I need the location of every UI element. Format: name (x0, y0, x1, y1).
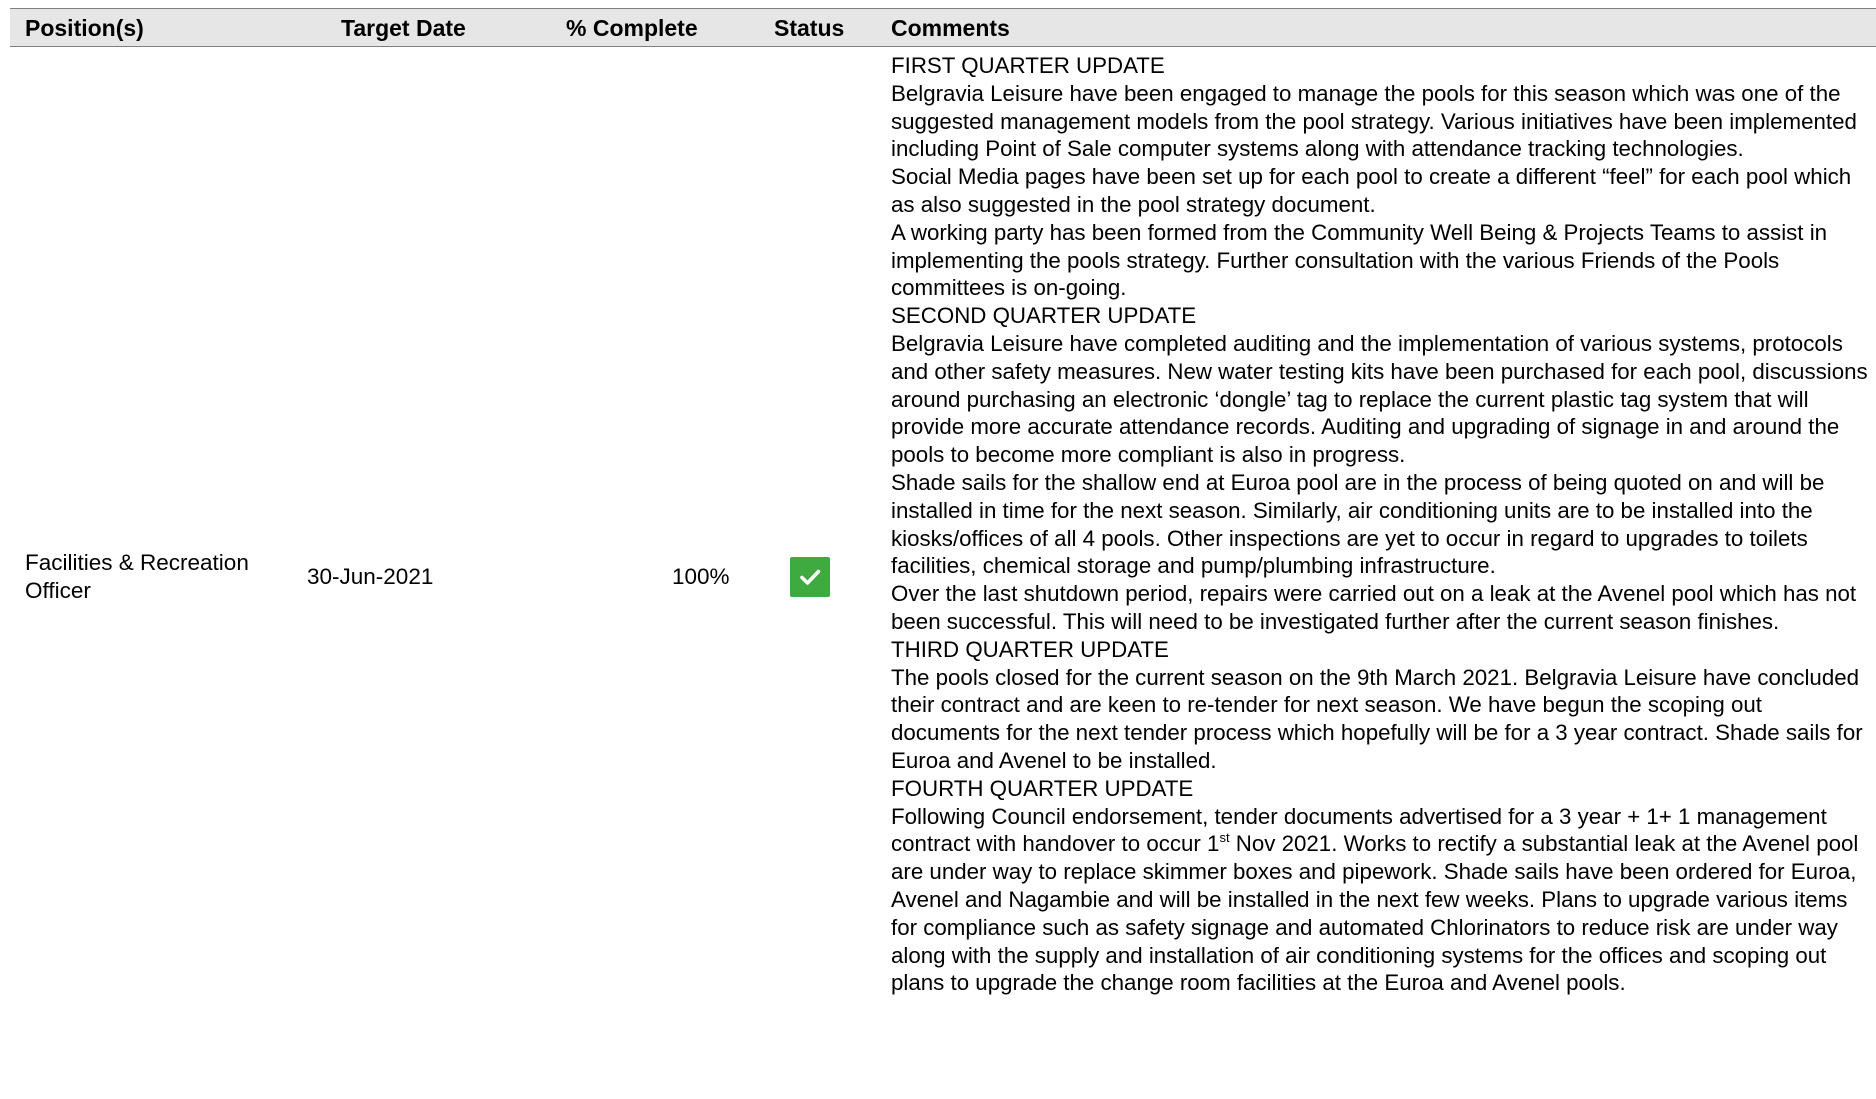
comment-paragraph: Belgravia Leisure have been engaged to m… (891, 80, 1857, 162)
clipped-heading-text (300, 0, 306, 8)
table-header: Position(s) Target Date % Complete Statu… (10, 8, 1876, 47)
comment-paragraph: Over the last shutdown period, repairs w… (891, 581, 1857, 634)
ordinal-suffix: st (1219, 830, 1230, 846)
row-percent-complete: 100% (672, 564, 730, 589)
comment-heading-q4: FOURTH QUARTER UPDATE (891, 775, 1194, 801)
row-position: Facilities & Recreation Officer (25, 550, 249, 603)
header-percent-complete: % Complete (566, 15, 698, 41)
comment-paragraph: A working party has been formed from the… (891, 219, 1828, 301)
check-icon (800, 569, 821, 585)
header-target-date: Target Date (341, 15, 466, 41)
comment-paragraph: Following Council endorsement, tender do… (891, 803, 1871, 998)
report-page: Position(s) Target Date % Complete Statu… (0, 0, 1876, 1099)
comment-heading-q3: THIRD QUARTER UPDATE (891, 636, 1169, 662)
comment-paragraph: Shade sails for the shallow end at Euroa… (891, 469, 1825, 579)
comment-heading-q1: FIRST QUARTER UPDATE (891, 53, 1165, 78)
comments-cell: FIRST QUARTER UPDATE Belgravia Leisure h… (891, 52, 1871, 997)
header-position: Position(s) (25, 15, 144, 41)
comment-heading-q2: SECOND QUARTER UPDATE (891, 303, 1197, 329)
comment-paragraph: The pools closed for the current season … (891, 664, 1863, 773)
clipped-heading-strip (0, 0, 1876, 8)
comment-paragraph: Social Media pages have been set up for … (891, 164, 1852, 217)
row-target-date: 30-Jun-2021 (307, 564, 434, 589)
status-badge (790, 557, 830, 597)
header-comments: Comments (891, 15, 1010, 41)
header-status: Status (774, 15, 845, 41)
comment-paragraph: Belgravia Leisure have completed auditin… (891, 330, 1868, 468)
